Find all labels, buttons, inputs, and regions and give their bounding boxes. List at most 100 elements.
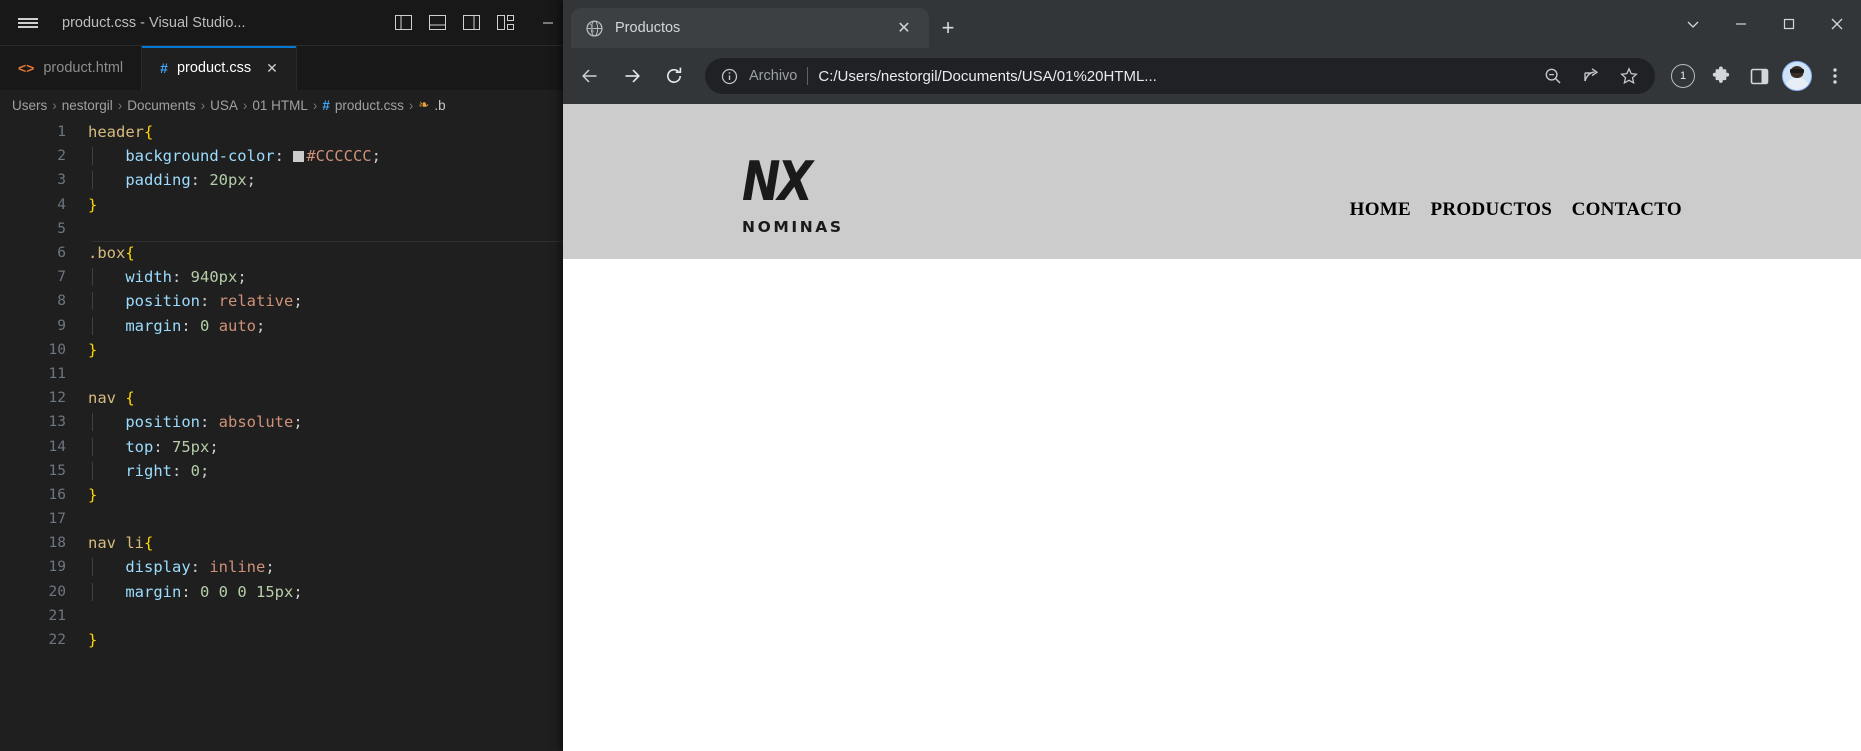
- html-file-icon: <>: [18, 60, 35, 76]
- page-box-container: NX NOMINAS HOME PRODUCTOS CONTACTO: [742, 124, 1682, 239]
- code-text: position: absolute;: [88, 413, 303, 432]
- site-logo[interactable]: NX NOMINAS: [742, 154, 844, 236]
- line-number: 4: [57, 196, 66, 213]
- close-icon[interactable]: [1813, 0, 1861, 48]
- css-hash-icon: #: [322, 97, 330, 113]
- menu-icon[interactable]: [0, 0, 56, 45]
- puzzle-icon[interactable]: [1703, 58, 1739, 94]
- line-number: 5: [57, 220, 66, 237]
- css-file-icon: #: [160, 60, 168, 76]
- close-icon[interactable]: ✕: [893, 17, 915, 39]
- chevron-down-icon[interactable]: [1669, 0, 1717, 48]
- breadcrumb-item[interactable]: Users: [12, 98, 47, 113]
- breadcrumb-item[interactable]: 01 HTML: [252, 98, 308, 113]
- line-number: 11: [48, 365, 66, 382]
- line-number: 15: [48, 462, 66, 479]
- line-number: 22: [48, 632, 66, 649]
- line-number: 14: [48, 438, 66, 455]
- toggle-secondary-sidebar-icon[interactable]: [456, 8, 486, 38]
- three-dot-menu-icon[interactable]: [1817, 58, 1853, 94]
- chevron-right-icon: ›: [117, 97, 123, 113]
- forward-arrow-icon[interactable]: [613, 57, 651, 95]
- url-scheme-label: Archivo: [749, 68, 798, 84]
- page-header: NX NOMINAS HOME PRODUCTOS CONTACTO: [563, 104, 1861, 259]
- logo-subtitle: NOMINAS: [742, 218, 844, 236]
- breadcrumb-item[interactable]: product.css: [335, 98, 404, 113]
- code-text: width: 940px;: [88, 268, 247, 287]
- breadcrumb-item[interactable]: .b: [434, 98, 445, 113]
- nav-item: PRODUCTOS: [1430, 199, 1552, 220]
- breadcrumb-item[interactable]: USA: [210, 98, 238, 113]
- breadcrumb-item[interactable]: Documents: [127, 98, 195, 113]
- line-number: 17: [48, 511, 66, 528]
- close-icon[interactable]: ✕: [266, 60, 278, 77]
- code-text: }: [88, 485, 98, 504]
- minimize-icon[interactable]: [1717, 0, 1765, 48]
- url-text[interactable]: C:/Users/nestorgil/Documents/USA/01%20HT…: [818, 68, 1529, 85]
- nav-link-home[interactable]: HOME: [1350, 199, 1411, 220]
- vscode-layout-controls: [388, 8, 524, 38]
- line-number: 21: [48, 607, 66, 624]
- site-nav: HOME PRODUCTOS CONTACTO: [1335, 199, 1682, 221]
- line-number: 12: [48, 390, 66, 407]
- editor-tab-product-html[interactable]: <> product.html: [0, 46, 143, 90]
- address-bar[interactable]: Archivo C:/Users/nestorgil/Documents/USA…: [705, 58, 1655, 94]
- code-text: background-color: #CCCCCC;: [88, 147, 381, 166]
- new-tab-button[interactable]: +: [929, 8, 967, 48]
- browser-actions: 1: [1665, 58, 1853, 94]
- css-selector-icon: ❧: [418, 97, 430, 112]
- breadcrumb-item[interactable]: nestorgil: [62, 98, 113, 113]
- reload-icon[interactable]: [655, 57, 693, 95]
- browser-tabstrip: Productos ✕ +: [563, 0, 1861, 48]
- vscode-window-title: product.css - Visual Studio...: [62, 14, 246, 31]
- star-icon[interactable]: [1615, 62, 1643, 90]
- avatar[interactable]: [1779, 58, 1815, 94]
- code-text: margin: 0 0 0 15px;: [88, 582, 303, 601]
- editor-tab-label: product.css: [176, 60, 252, 76]
- color-swatch: [293, 151, 305, 163]
- line-number: 16: [48, 486, 66, 503]
- screen-root: product.css - Visual Studio... <> produc…: [0, 0, 1861, 751]
- line-number: 18: [48, 535, 66, 552]
- toggle-panel-icon[interactable]: [422, 8, 452, 38]
- share-icon[interactable]: [1577, 62, 1605, 90]
- nav-link-contacto[interactable]: CONTACTO: [1572, 199, 1682, 220]
- code-text: nav {: [88, 389, 135, 408]
- browser-tab-productos[interactable]: Productos ✕: [571, 8, 929, 48]
- code-text: .box{: [88, 244, 135, 263]
- code-text: nav li{: [88, 534, 154, 553]
- code-text: margin: 0 auto;: [88, 316, 265, 335]
- side-panel-icon[interactable]: [1741, 58, 1777, 94]
- nav-item: CONTACTO: [1572, 199, 1682, 220]
- code-text: }: [88, 195, 98, 214]
- code-text: padding: 20px;: [88, 171, 256, 190]
- info-circle-icon[interactable]: [719, 66, 739, 86]
- code-text: header{: [88, 123, 154, 142]
- chevron-right-icon: ›: [52, 97, 57, 113]
- browser-window-controls: [1669, 0, 1861, 48]
- badge-count: 1: [1671, 64, 1695, 88]
- maximize-icon[interactable]: [1765, 0, 1813, 48]
- page-viewport: NX NOMINAS HOME PRODUCTOS CONTACTO: [563, 104, 1861, 751]
- divider: [807, 67, 809, 85]
- browser-toolbar: Archivo C:/Users/nestorgil/Documents/USA…: [563, 48, 1861, 104]
- logo-wordmark: NX: [742, 149, 813, 213]
- toggle-primary-sidebar-icon[interactable]: [388, 8, 418, 38]
- chevron-right-icon: ›: [200, 97, 206, 113]
- browser-window: Productos ✕ + Archivo C:/Users/nestorgil…: [563, 0, 1861, 751]
- line-number: 3: [57, 172, 66, 189]
- back-arrow-icon[interactable]: [571, 57, 609, 95]
- code-text: }: [88, 631, 98, 650]
- notification-badge[interactable]: 1: [1665, 58, 1701, 94]
- nav-link-productos[interactable]: PRODUCTOS: [1430, 199, 1552, 220]
- customize-layout-icon[interactable]: [490, 8, 520, 38]
- code-text: position: relative;: [88, 292, 303, 311]
- profile-image: [1782, 61, 1812, 91]
- chevron-right-icon: ›: [312, 97, 318, 113]
- line-number: 13: [48, 414, 66, 431]
- line-number: 10: [48, 341, 66, 358]
- zoom-out-icon[interactable]: [1539, 62, 1567, 90]
- nav-list: HOME PRODUCTOS CONTACTO: [1335, 199, 1682, 221]
- line-number: 2: [57, 148, 66, 165]
- editor-tab-product-css[interactable]: # product.css ✕: [142, 46, 297, 90]
